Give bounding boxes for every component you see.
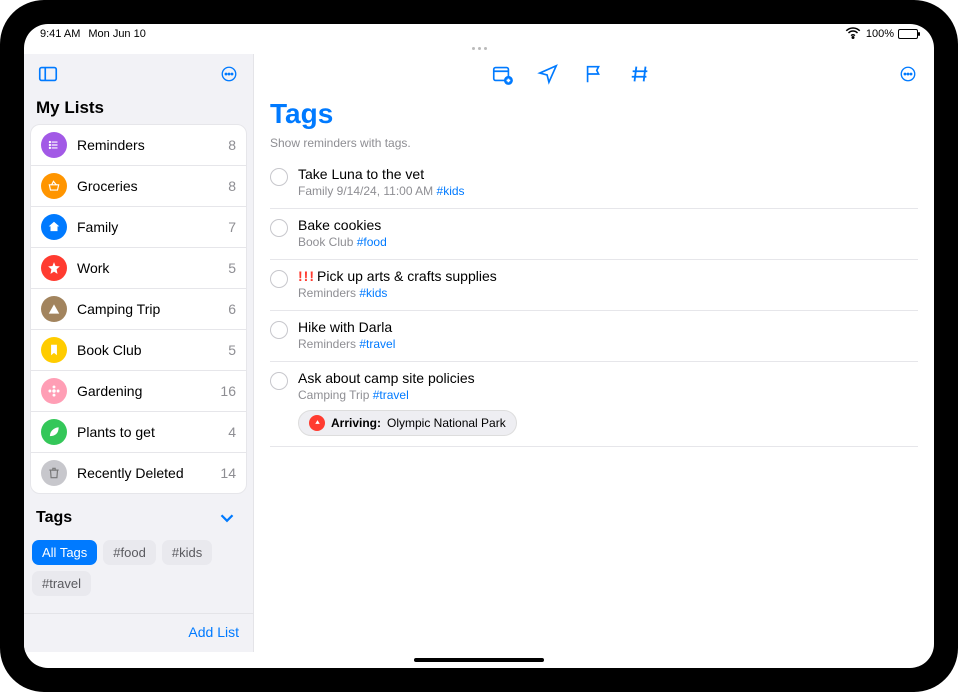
list-count: 16	[220, 383, 236, 399]
sidebar-list-camping-trip[interactable]: Camping Trip 6	[31, 289, 246, 330]
list-icon	[41, 132, 67, 158]
reminder-item[interactable]: Hike with Darla Reminders #travel	[270, 311, 918, 362]
reminder-item[interactable]: Bake cookies Book Club #food	[270, 209, 918, 260]
reminder-tag[interactable]: #kids	[437, 184, 465, 198]
reminder-title: !!!Pick up arts & crafts supplies	[298, 268, 918, 284]
list-count: 8	[228, 178, 236, 194]
sidebar-list-groceries[interactable]: Groceries 8	[31, 166, 246, 207]
calendar-add-button[interactable]	[488, 60, 516, 88]
sidebar-list-recently-deleted[interactable]: Recently Deleted 14	[31, 453, 246, 493]
flower-icon	[41, 378, 67, 404]
reminder-tag[interactable]: #travel	[359, 337, 395, 351]
tag-pill-travel[interactable]: #travel	[32, 571, 91, 596]
complete-circle[interactable]	[270, 321, 288, 339]
main-more-button[interactable]	[894, 60, 922, 88]
sidebar-section-title: My Lists	[24, 94, 253, 124]
toggle-sidebar-button[interactable]	[34, 60, 62, 88]
reminder-title: Hike with Darla	[298, 319, 918, 335]
reminder-title: Take Luna to the vet	[298, 166, 918, 182]
status-time: 9:41 AM	[40, 28, 80, 40]
reminder-meta: Camping Trip #travel	[298, 388, 918, 402]
location-arrive-icon	[309, 415, 325, 431]
home-indicator[interactable]	[24, 652, 934, 668]
bookmark-icon	[41, 337, 67, 363]
complete-circle[interactable]	[270, 270, 288, 288]
tags-collapse-button[interactable]	[213, 504, 241, 532]
page-subtitle: Show reminders with tags.	[254, 134, 934, 158]
wifi-icon	[844, 24, 862, 45]
list-count: 8	[228, 137, 236, 153]
location-pill[interactable]: Arriving: Olympic National Park	[298, 410, 517, 436]
list-count: 5	[228, 260, 236, 276]
status-date: Mon Jun 10	[88, 28, 145, 40]
list-name: Groceries	[77, 178, 218, 194]
reminder-meta: Reminders #travel	[298, 337, 918, 351]
tag-pill-all-tags[interactable]: All Tags	[32, 540, 97, 565]
reminder-item[interactable]: Take Luna to the vet Family 9/14/24, 11:0…	[270, 158, 918, 209]
star-icon	[41, 255, 67, 281]
priority-indicator: !!!	[298, 268, 315, 284]
battery-icon	[898, 29, 918, 39]
sidebar: My Lists Reminders 8 Groceries 8 Family 7 Work…	[24, 54, 254, 652]
multitask-dots[interactable]	[24, 44, 934, 54]
basket-icon	[41, 173, 67, 199]
list-name: Family	[77, 219, 218, 235]
complete-circle[interactable]	[270, 168, 288, 186]
flag-button[interactable]	[580, 60, 608, 88]
list-name: Camping Trip	[77, 301, 218, 317]
list-name: Reminders	[77, 137, 218, 153]
reminder-meta: Family 9/14/24, 11:00 AM #kids	[298, 184, 918, 198]
main-panel: Tags Show reminders with tags. Take Luna…	[254, 54, 934, 652]
reminder-item[interactable]: Ask about camp site policies Camping Trip…	[270, 362, 918, 447]
reminder-tag[interactable]: #travel	[373, 388, 409, 402]
reminder-tag[interactable]: #kids	[359, 286, 387, 300]
sidebar-list-plants-to-get[interactable]: Plants to get 4	[31, 412, 246, 453]
home-icon	[41, 214, 67, 240]
tag-pill-kids[interactable]: #kids	[162, 540, 212, 565]
tags-button[interactable]	[626, 60, 654, 88]
battery-pct: 100%	[866, 28, 894, 40]
list-name: Gardening	[77, 383, 210, 399]
list-count: 4	[228, 424, 236, 440]
reminder-title: Bake cookies	[298, 217, 918, 233]
reminder-item[interactable]: !!!Pick up arts & crafts supplies Reminde…	[270, 260, 918, 311]
add-list-button[interactable]: Add List	[188, 624, 239, 640]
sidebar-list-book-club[interactable]: Book Club 5	[31, 330, 246, 371]
sidebar-list-family[interactable]: Family 7	[31, 207, 246, 248]
reminder-tag[interactable]: #food	[357, 235, 387, 249]
complete-circle[interactable]	[270, 219, 288, 237]
reminder-meta: Reminders #kids	[298, 286, 918, 300]
list-name: Work	[77, 260, 218, 276]
sidebar-list-work[interactable]: Work 5	[31, 248, 246, 289]
reminder-title: Ask about camp site policies	[298, 370, 918, 386]
tags-section-title: Tags	[36, 509, 72, 527]
status-bar: 9:41 AM Mon Jun 10 100%	[24, 24, 934, 44]
page-title: Tags	[254, 94, 934, 134]
list-name: Plants to get	[77, 424, 218, 440]
list-count: 6	[228, 301, 236, 317]
leaf-icon	[41, 419, 67, 445]
reminder-meta: Book Club #food	[298, 235, 918, 249]
complete-circle[interactable]	[270, 372, 288, 390]
sidebar-more-button[interactable]	[215, 60, 243, 88]
sidebar-list-gardening[interactable]: Gardening 16	[31, 371, 246, 412]
list-count: 7	[228, 219, 236, 235]
tag-pill-food[interactable]: #food	[103, 540, 156, 565]
trash-icon	[41, 460, 67, 486]
list-count: 14	[220, 465, 236, 481]
sidebar-list-reminders[interactable]: Reminders 8	[31, 125, 246, 166]
list-count: 5	[228, 342, 236, 358]
location-button[interactable]	[534, 60, 562, 88]
list-name: Book Club	[77, 342, 218, 358]
list-name: Recently Deleted	[77, 465, 210, 481]
tent-icon	[41, 296, 67, 322]
